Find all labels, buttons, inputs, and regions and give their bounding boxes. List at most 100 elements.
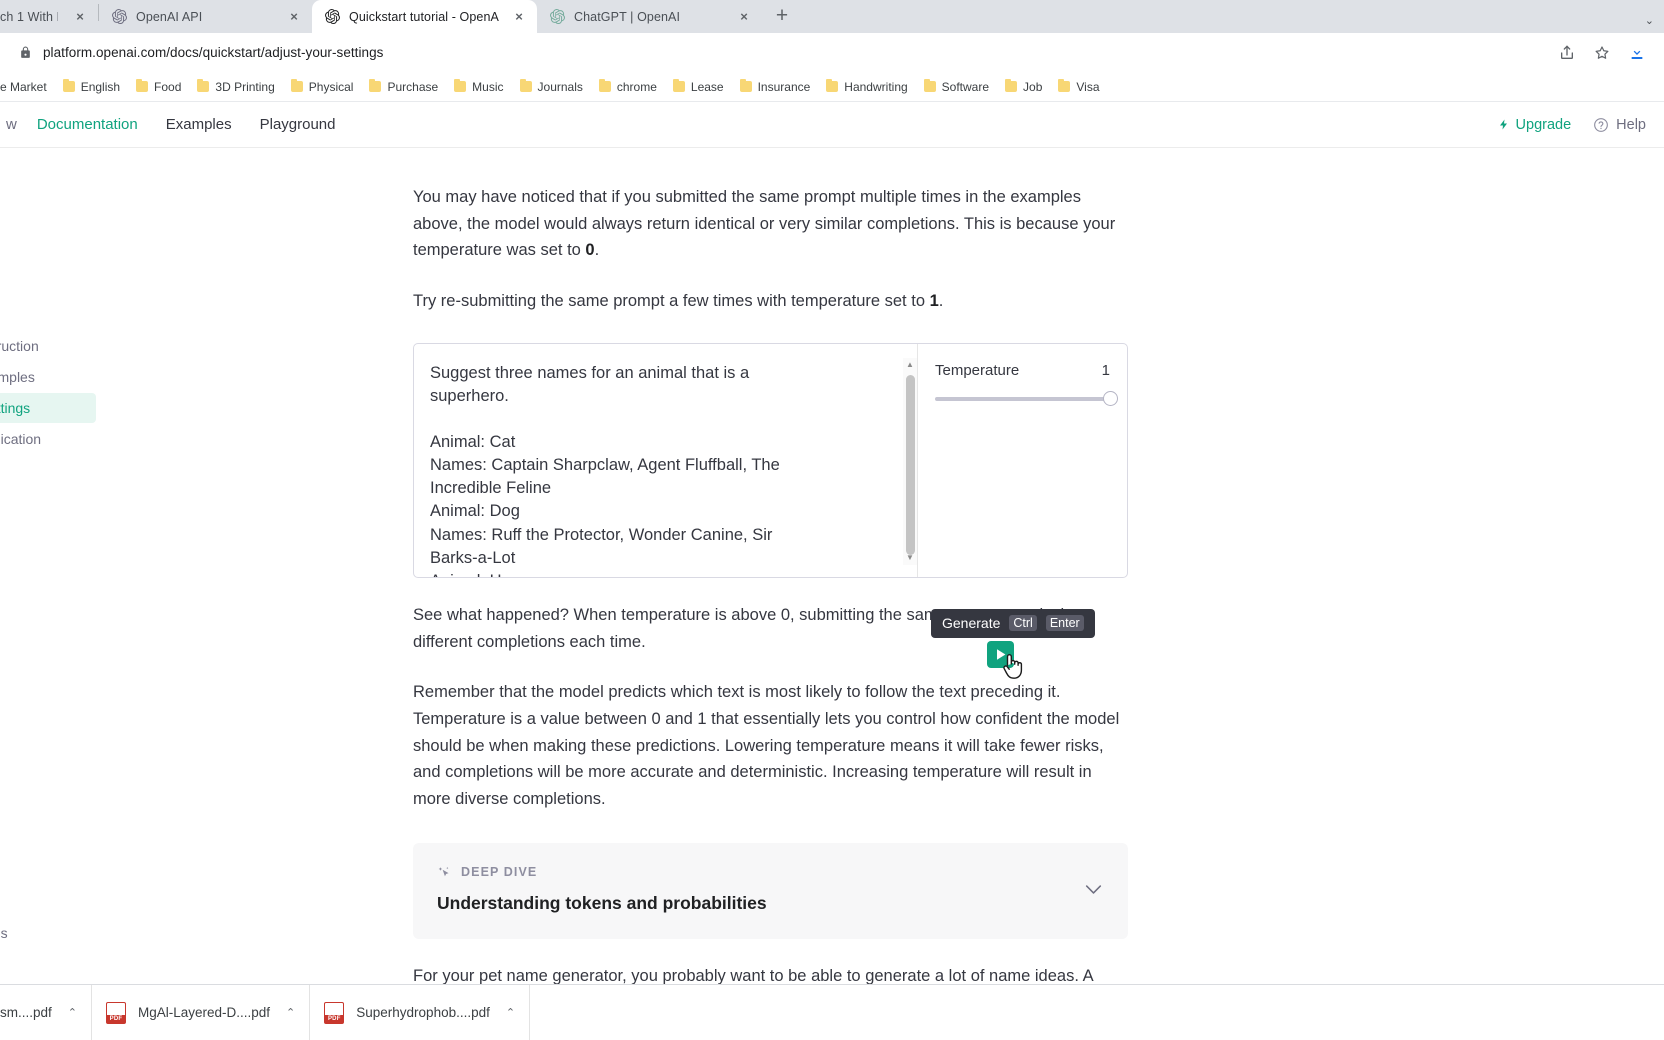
tab-title: OpenAI API — [136, 9, 203, 24]
bookmark-item[interactable]: Purchase — [361, 77, 446, 97]
site-navbar: w Documentation Examples Playground Upgr… — [0, 102, 1664, 148]
chatgpt-logo-icon — [549, 9, 565, 25]
sidebar-item-adjust-your-settings[interactable]: Adjust your settings — [0, 393, 96, 423]
playground-prompt-area[interactable]: Suggest three names for an animal that i… — [414, 344, 917, 577]
generate-button[interactable] — [987, 641, 1014, 668]
share-icon[interactable] — [1558, 44, 1576, 62]
generate-tooltip: Generate Ctrl Enter — [931, 609, 1095, 638]
bookmark-item[interactable]: Job — [997, 77, 1050, 97]
tab-close-icon[interactable]: × — [736, 9, 752, 25]
paragraph-try-resubmitting: Try re-submitting the same prompt a few … — [413, 292, 944, 311]
temperature-row: Temperature 1 — [935, 362, 1110, 379]
download-filename: Superhydrophob....pdf — [356, 1005, 490, 1020]
folder-icon — [519, 79, 532, 92]
new-tab-button[interactable]: + — [768, 2, 796, 30]
folder-icon — [136, 79, 149, 92]
sidebar-item-add-some-instruction[interactable]: Add some instruction — [0, 331, 96, 361]
docs-main: using a pre-existing prompt in the playg… — [100, 148, 1664, 1040]
browser-tab-3-active[interactable]: Quickstart tutorial - OpenAI A × — [312, 0, 537, 33]
bookmark-label: Lease — [690, 79, 724, 94]
playground-settings-panel: Temperature 1 — [917, 343, 1127, 577]
bookmark-star-icon[interactable] — [1593, 44, 1611, 62]
folder-icon — [739, 79, 752, 92]
browser-window: ch 1 With Keith × OpenAI API × Quickstar… — [0, 0, 1664, 1040]
temperature-value: 1 — [1101, 361, 1110, 379]
address-bar[interactable]: platform.openai.com/docs/quickstart/adju… — [14, 39, 1548, 67]
sidebar-item-best-practices[interactable]: Best practices — [0, 887, 96, 917]
browser-tab-2[interactable]: OpenAI API × — [99, 0, 312, 33]
folder-icon — [62, 79, 75, 92]
sparkle-cursor-icon — [437, 865, 452, 880]
sidebar-item-safety-practices[interactable]: Safety practices — [0, 918, 96, 948]
chevron-up-icon[interactable]: ⌃ — [506, 1006, 515, 1019]
bookmark-item[interactable]: Physical — [283, 77, 362, 97]
deep-dive-title: Understanding tokens and probabilities — [437, 892, 767, 913]
chevron-down-icon[interactable]: ⌄ — [1645, 14, 1654, 27]
page-content: Add some instruction Add some examples A… — [0, 148, 1664, 1040]
deep-dive-accordion[interactable]: DEEP DIVE Understanding tokens and proba… — [413, 842, 1128, 939]
folder-icon — [672, 79, 685, 92]
openai-logo-icon — [111, 9, 127, 25]
nav-link-overview-partial[interactable]: w — [0, 110, 23, 139]
bookmark-item[interactable]: Food — [128, 77, 189, 97]
sidebar-item-add-some-examples[interactable]: Add some examples — [0, 362, 96, 392]
bookmark-item[interactable]: Handwriting — [818, 77, 915, 97]
download-item[interactable]: MgAl-Layered-D....pdf ⌃ — [92, 985, 311, 1040]
bookmark-item[interactable]: e Market — [0, 77, 55, 97]
download-icon[interactable] — [1628, 44, 1646, 62]
chevron-down-icon[interactable] — [1085, 882, 1102, 900]
bookmark-label: Food — [154, 79, 182, 94]
site-nav-actions: Upgrade Help — [1498, 117, 1664, 133]
browser-tab-4[interactable]: ChatGPT | OpenAI × — [537, 0, 762, 33]
bookmark-item[interactable]: chrome — [591, 77, 665, 97]
deep-dive-kicker-label: DEEP DIVE — [461, 865, 538, 880]
sidebar-item-introduction[interactable]: Introduction — [0, 684, 96, 714]
sidebar-item-build-your-application[interactable]: Build your application — [0, 424, 96, 454]
bookmark-label: Purchase — [387, 79, 439, 94]
tab-close-icon[interactable]: × — [72, 9, 88, 25]
bookmark-item[interactable]: Lease — [665, 77, 732, 97]
bookmark-label: 3D Printing — [215, 79, 275, 94]
folder-icon — [1005, 79, 1018, 92]
tab-title: Quickstart tutorial - OpenAI A — [349, 9, 499, 24]
folder-icon — [826, 79, 839, 92]
bookmark-item[interactable]: Insurance — [732, 77, 819, 97]
tab-close-icon[interactable]: × — [286, 9, 302, 25]
folder-icon — [598, 79, 611, 92]
deep-dive-kicker: DEEP DIVE — [437, 865, 1106, 880]
download-item[interactable]: Superhydrophob....pdf ⌃ — [310, 985, 531, 1040]
scroll-down-arrow-icon[interactable]: ▼ — [903, 551, 917, 565]
bookmark-item[interactable]: Visa — [1050, 77, 1107, 97]
playground-scrollbar-thumb[interactable] — [906, 374, 915, 555]
bookmark-item[interactable]: 3D Printing — [189, 77, 282, 97]
chevron-up-icon[interactable]: ⌃ — [286, 1006, 295, 1019]
help-label: Help — [1616, 116, 1646, 133]
pdf-icon — [324, 1001, 345, 1024]
toolbar-actions — [1558, 44, 1650, 62]
scroll-up-arrow-icon[interactable]: ▲ — [903, 358, 917, 372]
chevron-up-icon[interactable]: ⌃ — [68, 1006, 77, 1019]
tab-title: ch 1 With Keith — [0, 9, 58, 24]
bookmark-item[interactable]: Software — [916, 77, 997, 97]
upgrade-button[interactable]: Upgrade — [1498, 117, 1571, 133]
bookmark-label: English — [80, 79, 121, 94]
temperature-slider-thumb[interactable] — [1103, 390, 1118, 406]
tab-title: ChatGPT | OpenAI — [574, 9, 681, 24]
temperature-slider[interactable] — [935, 390, 1118, 406]
nav-link-examples[interactable]: Examples — [152, 110, 246, 139]
nav-link-playground[interactable]: Playground — [246, 110, 350, 139]
tab-close-icon[interactable]: × — [511, 9, 527, 25]
download-item[interactable]: sm....pdf ⌃ — [0, 985, 92, 1040]
nav-link-documentation[interactable]: Documentation — [23, 110, 152, 139]
playground-scrollbar[interactable]: ▲ ▼ — [903, 357, 917, 565]
bookmark-item[interactable]: English — [55, 77, 128, 97]
lock-icon — [18, 45, 33, 60]
sidebar-item-authentication[interactable]: Authentication — [0, 715, 96, 745]
help-button[interactable]: Help — [1593, 117, 1646, 133]
folder-icon — [369, 79, 382, 92]
bookmark-item[interactable]: Journals — [512, 77, 591, 97]
bookmark-label: Music — [472, 79, 504, 94]
playground-prompt-text[interactable]: Suggest three names for an animal that i… — [430, 362, 822, 577]
browser-tab-1[interactable]: ch 1 With Keith × — [0, 0, 98, 33]
bookmark-item[interactable]: Music — [446, 77, 511, 97]
